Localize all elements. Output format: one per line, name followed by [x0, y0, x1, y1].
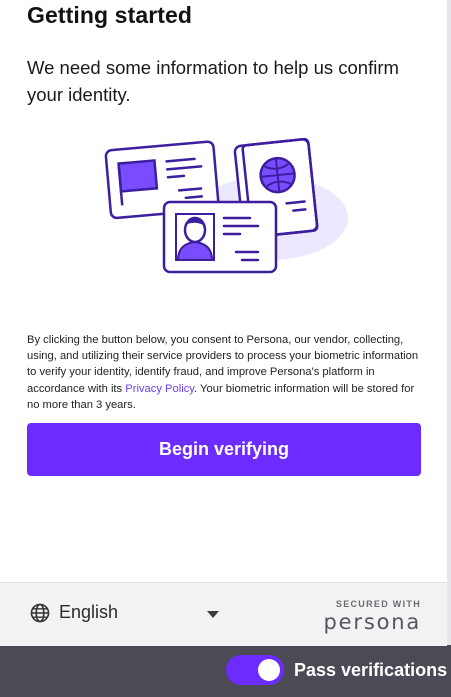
globe-icon	[30, 603, 50, 622]
secured-with-label: SECURED WITH	[335, 599, 421, 609]
toggle-knob	[258, 659, 280, 681]
footer: English SECURED WITH persona	[0, 582, 447, 646]
language-selector[interactable]: English	[30, 602, 118, 623]
pass-verifications-label: Pass verifications	[294, 659, 448, 680]
begin-verifying-button[interactable]: Begin verifying	[27, 423, 421, 476]
page-title: Getting started	[27, 2, 193, 28]
consent-text: By clicking the button below, you consen…	[27, 332, 419, 413]
panel-edge	[447, 0, 451, 645]
chevron-down-icon[interactable]	[207, 611, 219, 618]
language-label: English	[59, 602, 119, 622]
id-documents-illustration	[104, 137, 348, 274]
verification-panel: Getting started We need some information…	[0, 0, 447, 646]
persona-logo: persona	[323, 610, 421, 634]
secured-with-persona-badge: SECURED WITH persona	[324, 599, 421, 634]
page-subtitle: We need some information to help us conf…	[27, 57, 399, 105]
privacy-policy-link[interactable]: Privacy Policy	[125, 383, 194, 395]
pass-verifications-toggle-row: Pass verifications	[226, 655, 447, 685]
id-card-portrait-icon	[162, 200, 278, 274]
pass-verifications-toggle[interactable]	[226, 655, 284, 685]
